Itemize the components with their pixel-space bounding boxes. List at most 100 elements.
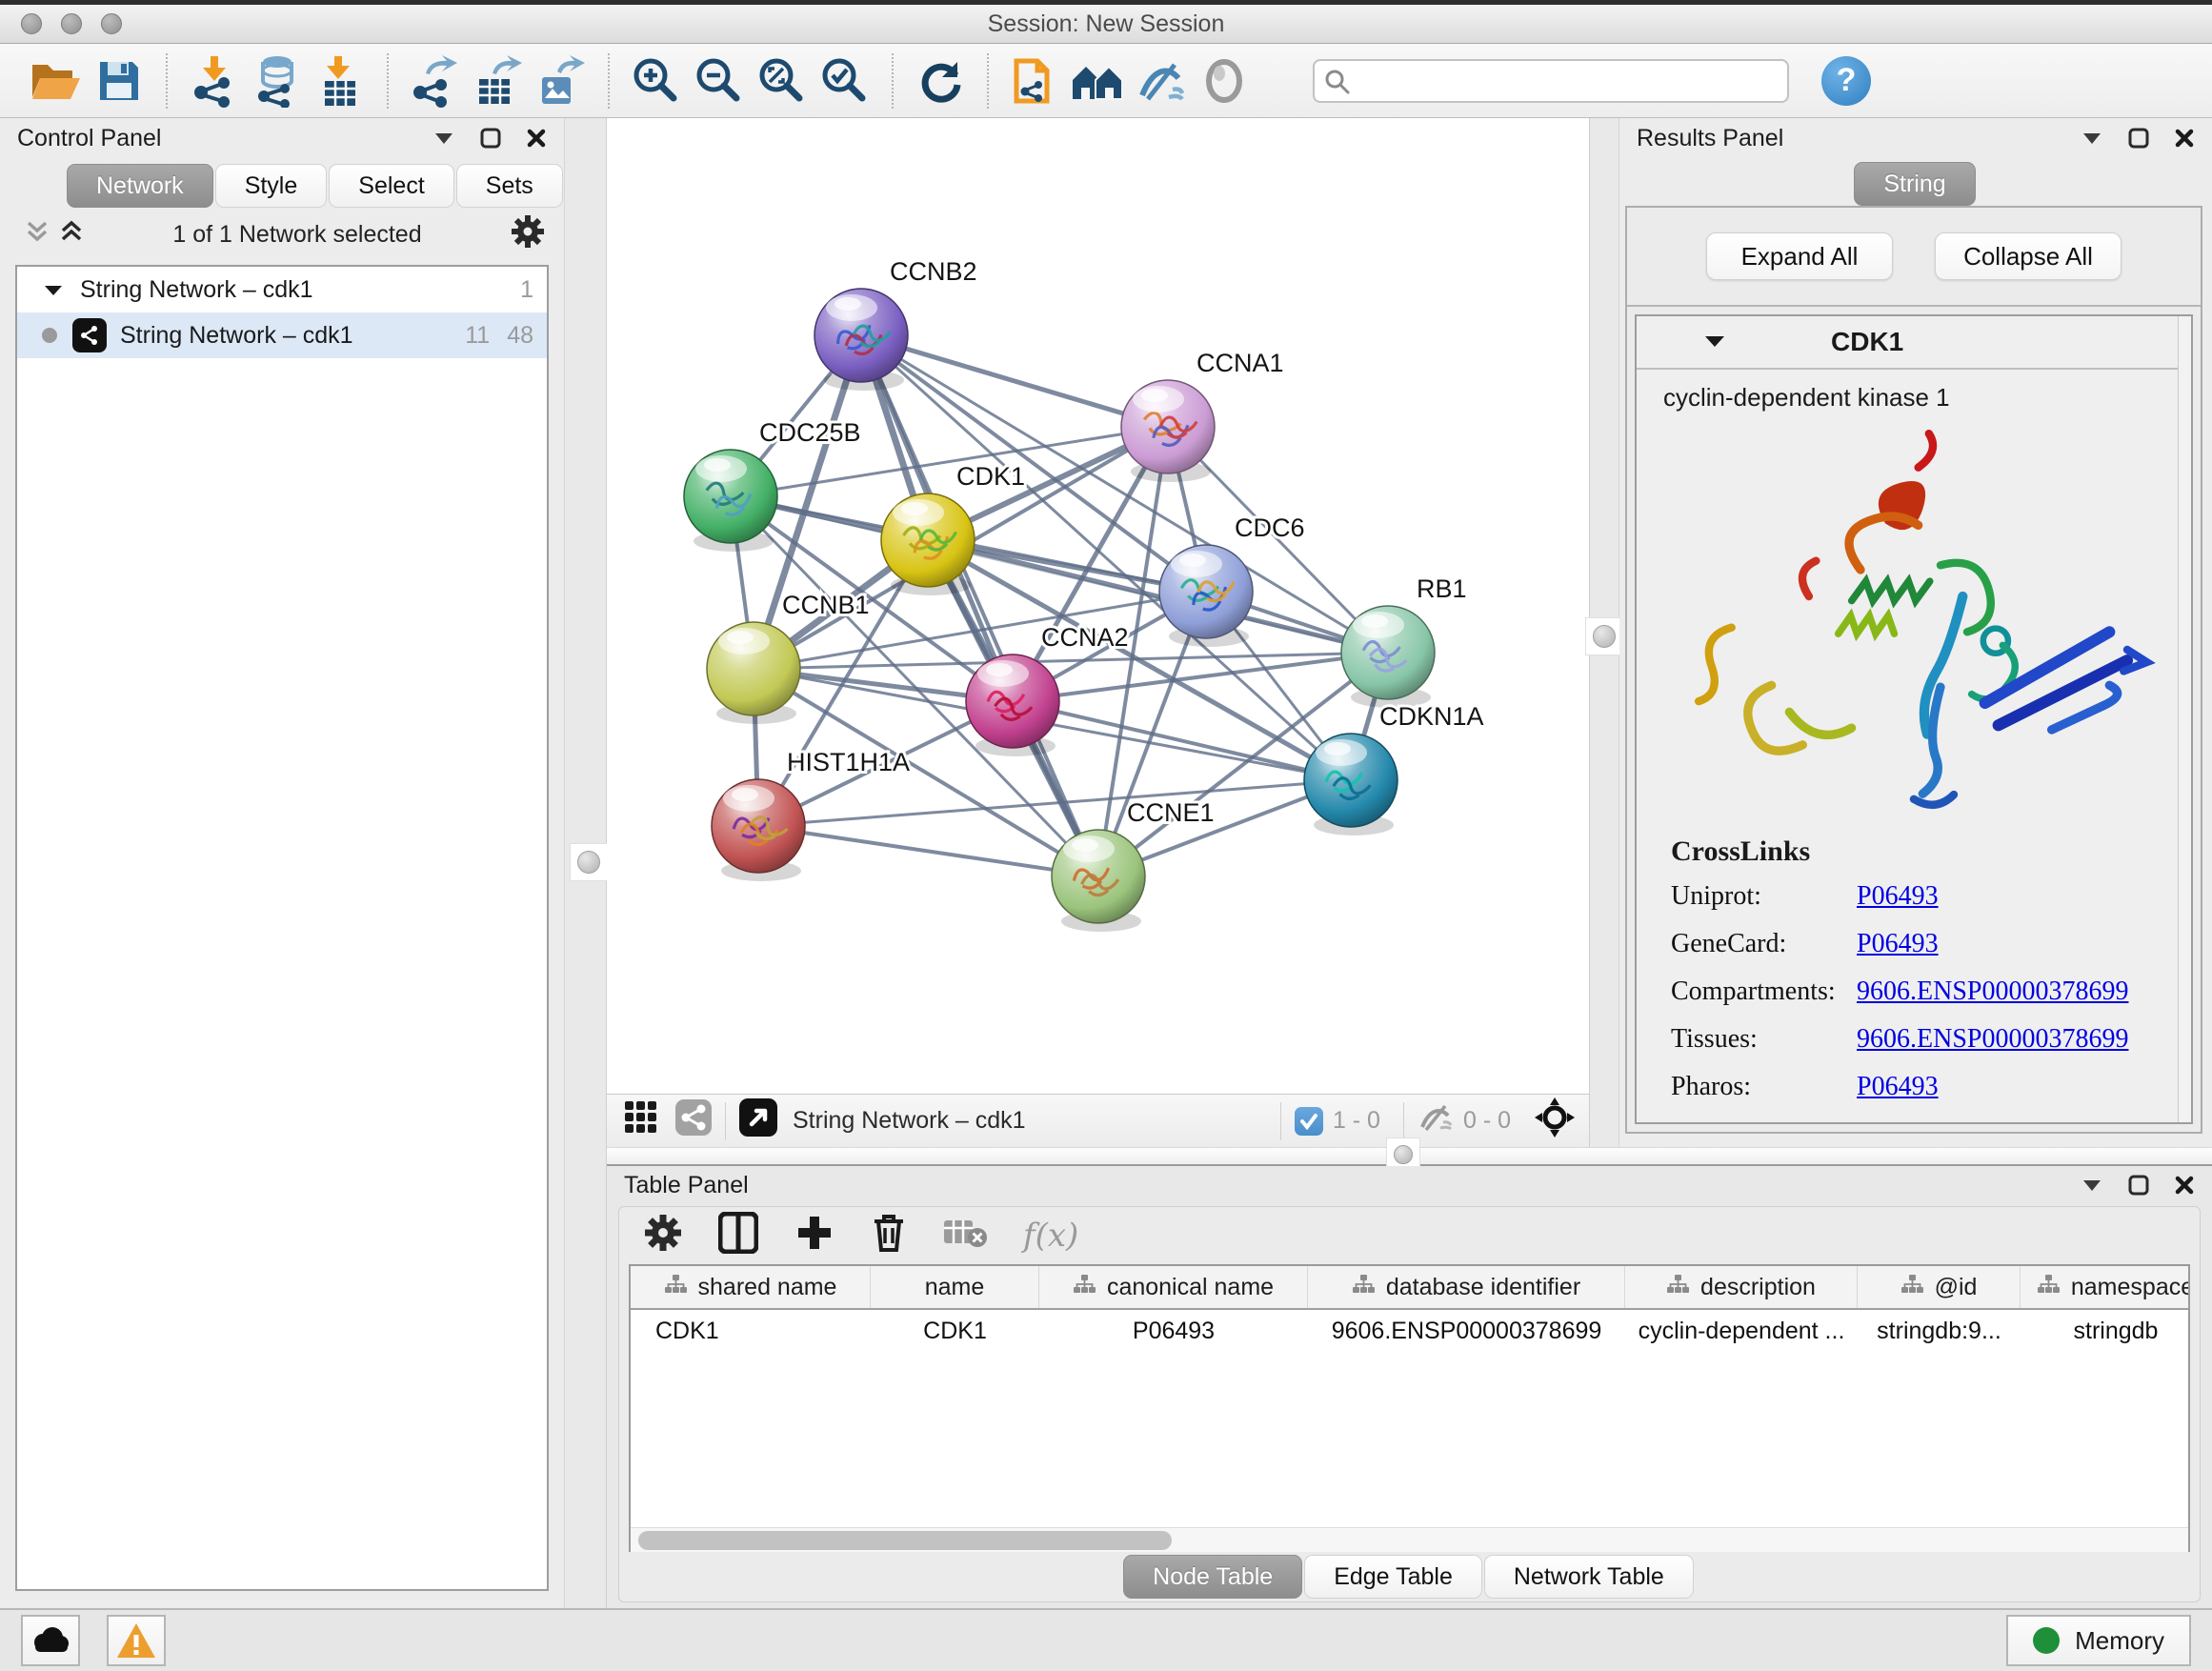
crosslink-pharos[interactable]: P06493	[1857, 1072, 1939, 1102]
network-node-CCNB1[interactable]: CCNB1	[707, 591, 870, 724]
tab-network[interactable]: Network	[67, 164, 213, 208]
export-network-button[interactable]	[404, 50, 467, 111]
crosslink-compartments[interactable]: 9606.ENSP00000378699	[1857, 976, 2128, 1007]
import-table-file-button[interactable]	[309, 50, 372, 111]
crosslink-tissues[interactable]: 9606.ENSP00000378699	[1857, 1024, 2128, 1055]
network-node-CDKN1A[interactable]: CDKN1A	[1304, 702, 1484, 836]
table-cell[interactable]: P06493	[1039, 1310, 1308, 1352]
search-icon	[1324, 69, 1351, 102]
publish-share-button[interactable]	[1004, 50, 1067, 111]
delete-column-trash-icon[interactable]	[871, 1212, 907, 1260]
crosslink-genecard[interactable]: P06493	[1857, 929, 1939, 959]
network-edge[interactable]	[861, 335, 1098, 876]
table-cell[interactable]: 9606.ENSP00000378699	[1308, 1310, 1625, 1352]
open-session-button[interactable]	[25, 50, 88, 111]
zoom-fit-button[interactable]	[751, 50, 814, 111]
collapse-all-button[interactable]: Collapse All	[1935, 232, 2122, 280]
network-node-CDC25B[interactable]: CDC25B	[684, 418, 861, 552]
birdseye-crosshair-icon[interactable]	[1534, 1097, 1576, 1145]
splitter-handle[interactable]	[1585, 617, 1623, 655]
table-options-gear-icon[interactable]	[644, 1214, 682, 1258]
table-header-cell[interactable]: canonical name	[1039, 1266, 1308, 1308]
tab-node-table[interactable]: Node Table	[1123, 1555, 1302, 1599]
function-builder-icon[interactable]: f(x)	[1023, 1217, 1078, 1255]
homes-button[interactable]	[1067, 50, 1130, 111]
splitter-handle[interactable]	[570, 843, 608, 881]
expand-tree-icon[interactable]	[25, 219, 50, 251]
network-node-RB1[interactable]: RB1	[1341, 574, 1467, 708]
maximize-panel-icon[interactable]	[2128, 128, 2149, 149]
network-badge-icon[interactable]	[675, 1099, 712, 1142]
close-panel-icon[interactable]	[526, 128, 547, 149]
hide-panel-eye-button[interactable]	[1130, 50, 1193, 111]
close-panel-icon[interactable]	[2174, 1175, 2195, 1196]
network-canvas[interactable]: CCNB2CCNA1CDC25BCDK1CDC6RB1CCNB1CCNA2CDK…	[607, 118, 1589, 1094]
import-network-file-button[interactable]	[183, 50, 246, 111]
network-node-CCNE1[interactable]: CCNE1	[1052, 798, 1215, 932]
selected-count-checkbox[interactable]	[1295, 1107, 1323, 1136]
table-header-cell[interactable]: description	[1625, 1266, 1858, 1308]
network-options-gear-icon[interactable]	[511, 214, 545, 255]
protein-collapse-icon[interactable]	[1703, 329, 1726, 355]
export-table-button[interactable]	[467, 50, 530, 111]
show-columns-icon[interactable]	[718, 1212, 758, 1260]
memory-button[interactable]: Memory	[2006, 1615, 2191, 1666]
zoom-in-button[interactable]	[625, 50, 688, 111]
table-header-cell[interactable]: namespace	[2021, 1266, 2190, 1308]
table-cell[interactable]: CDK1	[631, 1310, 871, 1352]
network-row[interactable]: String Network – cdk1 11 48	[17, 312, 547, 358]
grid-thumbnails-icon[interactable]	[624, 1100, 658, 1141]
table-cell[interactable]: CDK1	[871, 1310, 1039, 1352]
maximize-panel-icon[interactable]	[480, 128, 501, 149]
tab-style[interactable]: Style	[215, 164, 328, 208]
help-button[interactable]: ?	[1821, 56, 1871, 106]
tab-string[interactable]: String	[1854, 162, 1975, 206]
table-horizontal-scrollbar[interactable]	[631, 1527, 2188, 1552]
save-session-button[interactable]	[88, 50, 151, 111]
zoom-out-button[interactable]	[688, 50, 751, 111]
show-eye-button[interactable]	[1193, 50, 1256, 111]
export-image-button[interactable]	[530, 50, 593, 111]
toolbar-separator	[892, 53, 894, 109]
close-panel-icon[interactable]	[2174, 128, 2195, 149]
table-cell[interactable]: cyclin-dependent ...	[1625, 1310, 1858, 1352]
table-cell[interactable]: stringdb:9...	[1858, 1310, 2021, 1352]
network-node-HIST1H1A[interactable]: HIST1H1A	[712, 748, 910, 881]
network-node-CCNB2[interactable]: CCNB2	[814, 257, 977, 391]
warning-status-button[interactable]	[107, 1615, 166, 1666]
table-cell[interactable]: stringdb	[2021, 1310, 2190, 1352]
import-network-database-button[interactable]	[246, 50, 309, 111]
add-column-icon[interactable]	[794, 1213, 835, 1259]
collection-collapse-icon[interactable]	[44, 276, 63, 304]
cloud-status-button[interactable]	[21, 1615, 80, 1666]
results-scrollbar[interactable]	[2178, 316, 2191, 1122]
hidden-eye-icon[interactable]	[1418, 1101, 1454, 1140]
tab-sets[interactable]: Sets	[456, 164, 563, 208]
detach-view-icon[interactable]	[739, 1098, 777, 1143]
tab-select[interactable]: Select	[329, 164, 453, 208]
network-collection-row[interactable]: String Network – cdk1 1	[17, 267, 547, 312]
maximize-panel-icon[interactable]	[2128, 1175, 2149, 1196]
collapse-tree-icon[interactable]	[59, 219, 84, 251]
table-box: f(x) shared namenamecanonical namedataba…	[618, 1206, 2201, 1602]
float-panel-icon[interactable]	[2081, 131, 2103, 146]
tab-network-table[interactable]: Network Table	[1484, 1555, 1694, 1599]
float-panel-icon[interactable]	[432, 131, 455, 146]
zoom-selected-button[interactable]	[814, 50, 876, 111]
search-input[interactable]	[1313, 59, 1789, 103]
tab-edge-table[interactable]: Edge Table	[1304, 1555, 1482, 1599]
table-header-cell[interactable]: database identifier	[1308, 1266, 1625, 1308]
network-edge[interactable]	[861, 335, 1168, 427]
float-panel-icon[interactable]	[2081, 1178, 2103, 1193]
table-header-cell[interactable]: shared name	[631, 1266, 871, 1308]
crosslink-uniprot[interactable]: P06493	[1857, 881, 1939, 912]
network-node-CDK1[interactable]: CDK1	[881, 462, 1025, 595]
table-header-cell[interactable]: @id	[1858, 1266, 2021, 1308]
hidden-counts: 0 - 0	[1463, 1107, 1511, 1135]
table-header-cell[interactable]: name	[871, 1266, 1039, 1308]
network-edge[interactable]	[758, 826, 1098, 876]
expand-all-button[interactable]: Expand All	[1706, 232, 1893, 280]
refresh-button[interactable]	[909, 50, 972, 111]
delete-table-icon[interactable]	[943, 1217, 987, 1256]
scrollbar-thumb[interactable]	[638, 1531, 1172, 1550]
